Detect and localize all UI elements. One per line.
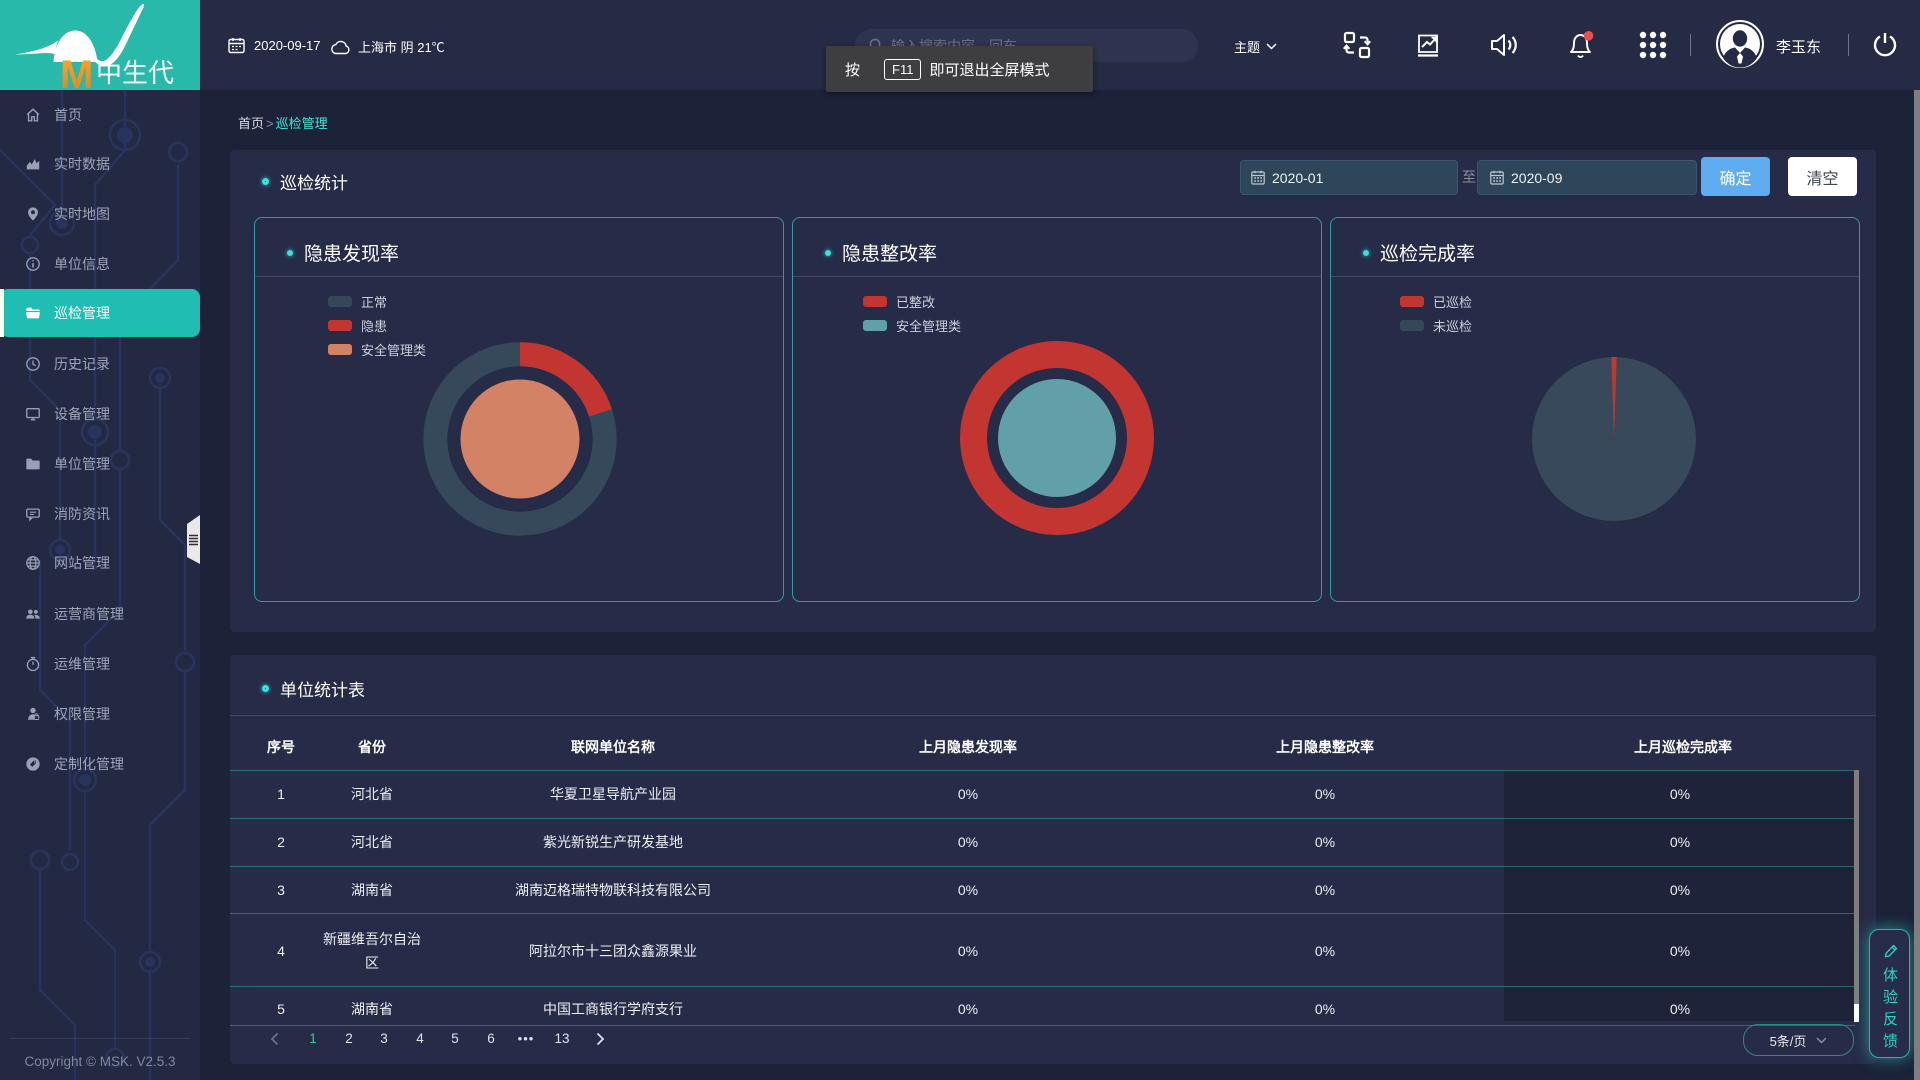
svg-text:M: M bbox=[60, 53, 93, 90]
svg-text:中生代: 中生代 bbox=[96, 58, 174, 88]
